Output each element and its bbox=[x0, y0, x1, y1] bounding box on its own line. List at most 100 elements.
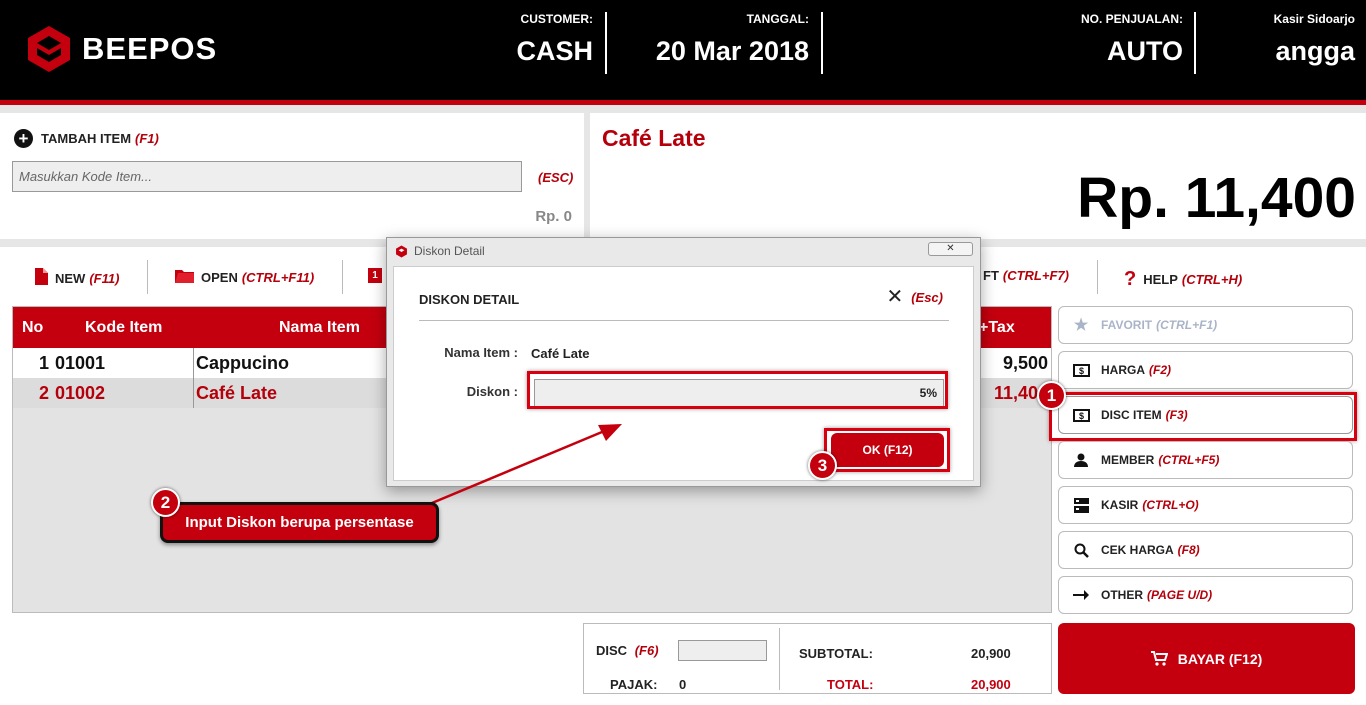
subtotal-label: SUBTOTAL: bbox=[799, 646, 873, 661]
dialog-titlebar: Diskon Detail ✕ bbox=[387, 238, 980, 264]
total-value: 20,900 bbox=[971, 677, 1011, 692]
new-label: NEW bbox=[55, 270, 86, 286]
favorit-hotkey: (CTRL+F1) bbox=[1156, 318, 1218, 332]
dialog-window-title: Diskon Detail bbox=[414, 244, 485, 258]
new-hotkey: (F11) bbox=[89, 270, 120, 286]
toolbar-partial-button[interactable]: FT (CTRL+F7) bbox=[983, 268, 1069, 283]
app-header: BEEPOS CUSTOMER: CASH TANGGAL: 20 Mar 20… bbox=[0, 0, 1366, 100]
harga-hotkey: (F2) bbox=[1149, 363, 1171, 377]
open-button[interactable]: OPEN (CTRL+F11) bbox=[175, 268, 314, 286]
dialog-close-hint: (Esc) bbox=[911, 289, 943, 305]
subtotal-value: 20,900 bbox=[971, 646, 1011, 661]
open-hotkey: (CTRL+F11) bbox=[241, 269, 315, 285]
column-divider bbox=[193, 378, 194, 408]
favorit-button[interactable]: ★ FAVORIT (CTRL+F1) bbox=[1058, 306, 1353, 344]
add-item-subtotal: Rp. 0 bbox=[535, 208, 572, 225]
sale-number-value: AUTO bbox=[1106, 36, 1183, 66]
help-button[interactable]: ? HELP (CTRL+H) bbox=[1124, 268, 1242, 291]
dialog-heading: DISKON DETAIL bbox=[419, 292, 520, 307]
harga-button[interactable]: $ HARGA (F2) bbox=[1058, 351, 1353, 389]
window-close-button[interactable]: ✕ bbox=[928, 242, 973, 256]
esc-hint: (ESC) bbox=[538, 170, 574, 185]
totals-panel: DISC (F6) PAJAK: 0 SUBTOTAL: 20,900 TOTA… bbox=[583, 623, 1052, 694]
current-item-name: Café Late bbox=[602, 125, 706, 151]
close-icon: ✕ bbox=[886, 286, 904, 308]
cek-harga-button[interactable]: CEK HARGA (F8) bbox=[1058, 531, 1353, 569]
sale-number-block: NO. PENJUALAN: AUTO bbox=[1081, 12, 1183, 67]
dialog-close-button[interactable]: ✕ (Esc) bbox=[886, 286, 943, 308]
header-divider bbox=[821, 12, 823, 74]
disc-label-group: DISC (F6) bbox=[596, 643, 659, 658]
row-code: 01002 bbox=[55, 383, 106, 403]
harga-label: HARGA bbox=[1101, 363, 1145, 377]
column-header-no: No bbox=[22, 319, 44, 336]
cashier-icon bbox=[1071, 497, 1091, 513]
row-no: 1 bbox=[39, 353, 50, 373]
open-label: OPEN bbox=[201, 269, 238, 285]
user-icon bbox=[1071, 453, 1091, 467]
price-tag-icon: $ bbox=[1071, 363, 1091, 377]
partial-label: FT bbox=[983, 268, 999, 283]
kasir-hotkey: (CTRL+O) bbox=[1142, 498, 1199, 512]
toolbar-divider bbox=[147, 260, 148, 294]
favorit-label: FAVORIT bbox=[1101, 318, 1153, 332]
help-label: HELP bbox=[1143, 272, 1178, 287]
other-button[interactable]: OTHER (PAGE U/D) bbox=[1058, 576, 1353, 614]
cashier-label: Kasir Sidoarjo bbox=[1273, 12, 1355, 26]
date-value: 20 Mar 2018 bbox=[655, 36, 809, 66]
row-name: Café Late bbox=[196, 383, 278, 403]
date-label: TANGGAL: bbox=[746, 12, 809, 26]
pay-button[interactable]: BAYAR (F12) bbox=[1058, 623, 1355, 694]
current-item-price: Rp. 11,400 bbox=[1077, 166, 1356, 230]
date-block[interactable]: TANGGAL: 20 Mar 2018 bbox=[656, 12, 809, 67]
total-label: TOTAL: bbox=[827, 677, 874, 692]
question-mark-icon: ? bbox=[1124, 268, 1137, 290]
svg-text:$: $ bbox=[1078, 366, 1083, 376]
cashier-block: Kasir Sidoarjo angga bbox=[1274, 12, 1355, 67]
step-badge-1: 1 bbox=[1037, 381, 1066, 410]
toolbar-divider bbox=[1097, 260, 1098, 294]
star-icon: ★ bbox=[1073, 317, 1089, 334]
row-total: 11,40 bbox=[993, 383, 1038, 403]
header-divider bbox=[1194, 12, 1196, 74]
annotation-callout: Input Diskon berupa persentase bbox=[160, 502, 439, 543]
member-button[interactable]: MEMBER (CTRL+F5) bbox=[1058, 441, 1353, 479]
help-hotkey: (CTRL+H) bbox=[1181, 272, 1243, 287]
discount-label: Diskon : bbox=[466, 384, 518, 399]
add-item-panel: + TAMBAH ITEM (F1) (ESC) Rp. 0 bbox=[0, 113, 584, 239]
cek-harga-hotkey: (F8) bbox=[1177, 543, 1200, 557]
disc-item-highlight bbox=[1049, 392, 1357, 441]
column-divider bbox=[193, 348, 194, 378]
calendar-icon: 1 bbox=[368, 268, 382, 283]
step-badge-2: 2 bbox=[151, 488, 180, 517]
current-item-panel: Café Late Rp. 11,400 bbox=[590, 113, 1366, 239]
cashier-value: angga bbox=[1275, 36, 1355, 66]
new-button[interactable]: NEW (F11) bbox=[34, 268, 119, 288]
column-header-code: Kode Item bbox=[85, 319, 163, 336]
other-hotkey: (PAGE U/D) bbox=[1147, 588, 1213, 602]
beepos-hexagon-logo-icon bbox=[28, 26, 70, 72]
add-item-label: TAMBAH ITEM bbox=[41, 131, 132, 146]
arrow-right-icon bbox=[1071, 588, 1091, 602]
sale-number-label: NO. PENJUALAN: bbox=[1080, 12, 1183, 26]
ok-button-highlight bbox=[824, 428, 950, 472]
customer-value: CASH bbox=[516, 36, 593, 66]
folder-icon bbox=[175, 268, 194, 286]
search-icon bbox=[1071, 543, 1091, 558]
row-no: 2 bbox=[39, 383, 50, 403]
app-icon bbox=[396, 245, 407, 257]
column-header-name: Nama Item bbox=[279, 319, 360, 336]
kasir-label: KASIR bbox=[1101, 498, 1139, 512]
pay-label: BAYAR (F12) bbox=[1177, 650, 1263, 667]
column-header-total: +Tax bbox=[979, 319, 1015, 336]
item-code-input[interactable] bbox=[12, 161, 522, 192]
partial-hotkey: (CTRL+F7) bbox=[1002, 268, 1069, 283]
tax-value: 0 bbox=[679, 677, 687, 692]
disc-field[interactable] bbox=[678, 640, 767, 661]
brand-name: BEEPOS bbox=[82, 31, 218, 66]
kasir-button[interactable]: KASIR (CTRL+O) bbox=[1058, 486, 1353, 524]
member-hotkey: (CTRL+F5) bbox=[1158, 453, 1220, 467]
add-item-title: + TAMBAH ITEM (F1) bbox=[14, 129, 159, 148]
item-name-label: Nama Item : bbox=[444, 345, 518, 360]
customer-block[interactable]: CUSTOMER: CASH bbox=[516, 12, 593, 67]
